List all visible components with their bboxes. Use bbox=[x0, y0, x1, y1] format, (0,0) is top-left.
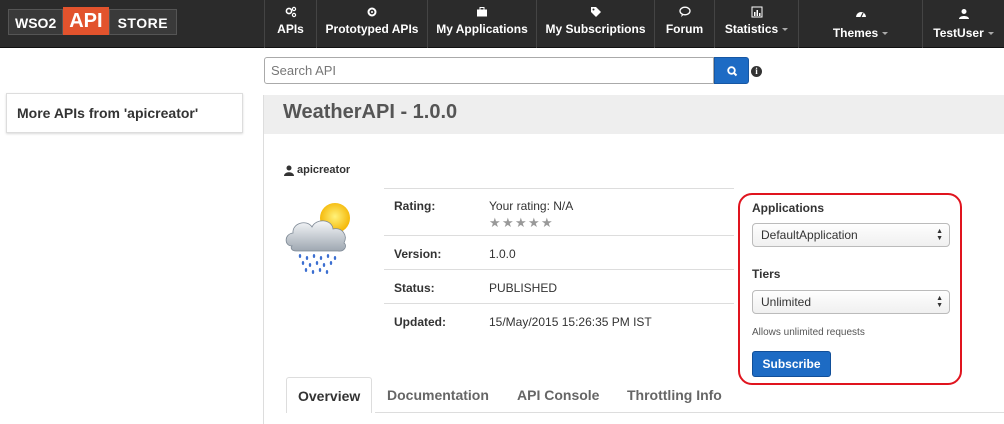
rating-stars[interactable]: ★ ★ ★ ★ ★ bbox=[489, 216, 553, 229]
nav-forum-label: Forum bbox=[665, 22, 704, 36]
tiers-label: Tiers bbox=[752, 267, 781, 281]
version-row: Version: 1.0.0 bbox=[384, 235, 734, 269]
tier-description: Allows unlimited requests bbox=[752, 327, 865, 338]
status-value: PUBLISHED bbox=[489, 281, 558, 295]
tab-overview[interactable]: Overview bbox=[286, 377, 373, 413]
wso2-api-store-logo[interactable]: WSO2 API STORE bbox=[8, 7, 178, 35]
user-icon bbox=[284, 165, 294, 176]
nav-themes[interactable]: Themes bbox=[798, 0, 922, 48]
gears-icon bbox=[285, 6, 296, 18]
updated-value: 15/May/2015 15:26:35 PM IST bbox=[489, 315, 652, 329]
tier-select[interactable]: Unlimited ▲ ▼ bbox=[752, 290, 950, 314]
nav-statistics[interactable]: Statistics bbox=[714, 0, 798, 48]
page-title: WeatherAPI - 1.0.0 bbox=[283, 101, 458, 123]
rating-row: Rating: Your rating: N/A ★ ★ ★ ★ ★ bbox=[384, 188, 734, 235]
api-header: WeatherAPI - 1.0.0 bbox=[263, 95, 1004, 134]
chevron-down-icon bbox=[782, 28, 789, 32]
status-label: Status: bbox=[394, 281, 435, 295]
subscribe-panel: Applications DefaultApplication ▲ ▼ Tiers… bbox=[738, 193, 962, 385]
chat-icon bbox=[678, 6, 691, 17]
tier-selected-value: Unlimited bbox=[761, 295, 812, 309]
nav-user-label: TestUser bbox=[923, 26, 1004, 40]
api-creator[interactable]: apicreator bbox=[284, 164, 350, 176]
nav-prototyped-apis-label: Prototyped APIs bbox=[325, 22, 419, 36]
application-selected-value: DefaultApplication bbox=[761, 228, 858, 242]
chevron-down-icon bbox=[882, 32, 889, 36]
weather-cloud-sun-icon bbox=[285, 203, 350, 274]
applications-label: Applications bbox=[752, 201, 825, 215]
search-button[interactable] bbox=[714, 57, 749, 84]
select-arrows-icon: ▲ ▼ bbox=[936, 228, 943, 242]
logo-api-text: API bbox=[63, 7, 109, 35]
application-select[interactable]: DefaultApplication ▲ ▼ bbox=[752, 223, 950, 247]
star-icon[interactable]: ★ bbox=[528, 216, 540, 229]
tab-throttling-info[interactable]: Throttling Info bbox=[627, 377, 722, 413]
star-icon[interactable]: ★ bbox=[502, 216, 514, 229]
nav-apis-label: APIs bbox=[277, 22, 304, 36]
version-value: 1.0.0 bbox=[489, 247, 516, 261]
version-label: Version: bbox=[394, 247, 442, 261]
tab-documentation[interactable]: Documentation bbox=[387, 377, 489, 413]
status-row: Status: PUBLISHED bbox=[384, 269, 734, 303]
tags-icon bbox=[590, 7, 601, 17]
updated-row: Updated: 15/May/2015 15:26:35 PM IST bbox=[384, 303, 734, 337]
more-apis-panel[interactable]: More APIs from 'apicreator' bbox=[6, 93, 243, 133]
logo-wso2-text: WSO2 bbox=[8, 9, 64, 35]
search-input[interactable] bbox=[264, 57, 714, 84]
tab-api-console[interactable]: API Console bbox=[517, 377, 599, 413]
info-icon[interactable]: i bbox=[751, 66, 762, 77]
chevron-down-icon bbox=[987, 32, 994, 36]
nav-my-applications-label: My Applications bbox=[436, 22, 528, 36]
top-navbar: WSO2 API STORE APIs Prototyped APIs My A… bbox=[0, 0, 1004, 48]
nav-forum[interactable]: Forum bbox=[654, 0, 714, 48]
logo-store-text: STORE bbox=[108, 9, 178, 35]
search-icon bbox=[727, 66, 738, 77]
nav-my-subscriptions-label: My Subscriptions bbox=[545, 22, 646, 36]
updated-label: Updated: bbox=[394, 315, 446, 329]
user-icon bbox=[958, 9, 969, 19]
star-icon[interactable]: ★ bbox=[489, 216, 501, 229]
briefcase-icon bbox=[477, 7, 487, 17]
dashboard-icon bbox=[855, 12, 866, 18]
more-apis-title: More APIs from 'apicreator' bbox=[17, 105, 199, 121]
star-icon[interactable]: ★ bbox=[515, 216, 527, 229]
bar-chart-icon bbox=[751, 6, 762, 18]
star-icon[interactable]: ★ bbox=[541, 216, 553, 229]
nav-my-applications[interactable]: My Applications bbox=[427, 0, 536, 48]
rating-value: Your rating: N/A bbox=[489, 199, 574, 213]
nav-apis[interactable]: APIs bbox=[264, 0, 316, 48]
tab-divider bbox=[375, 412, 1004, 413]
subscribe-button[interactable]: Subscribe bbox=[752, 351, 831, 377]
nav-statistics-label: Statistics bbox=[715, 22, 798, 36]
gear-icon bbox=[367, 7, 377, 17]
api-creator-name: apicreator bbox=[297, 164, 351, 176]
select-arrows-icon: ▲ ▼ bbox=[936, 295, 943, 309]
nav-my-subscriptions[interactable]: My Subscriptions bbox=[536, 0, 654, 48]
rating-label: Rating: bbox=[394, 199, 436, 213]
nav-user-menu[interactable]: TestUser bbox=[922, 0, 1004, 48]
nav-prototyped-apis[interactable]: Prototyped APIs bbox=[316, 0, 427, 48]
nav-themes-label: Themes bbox=[799, 26, 922, 40]
